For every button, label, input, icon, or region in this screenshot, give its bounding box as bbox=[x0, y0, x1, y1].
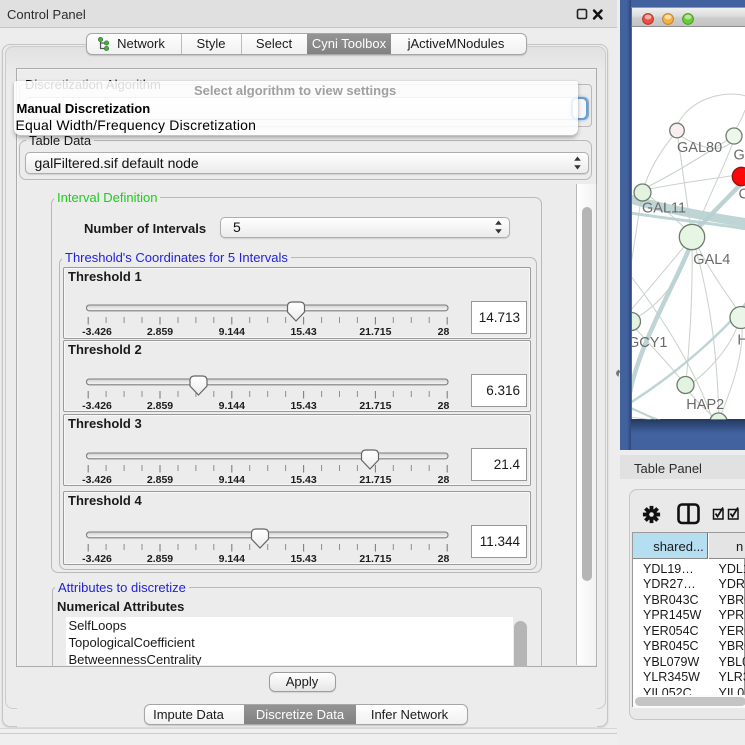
svg-text:28: 28 bbox=[438, 400, 450, 412]
svg-text:-3.426: -3.426 bbox=[82, 474, 112, 486]
svg-text:15.43: 15.43 bbox=[290, 553, 316, 565]
svg-text:2.859: 2.859 bbox=[147, 400, 173, 412]
svg-text:28: 28 bbox=[438, 474, 450, 486]
svg-text:28: 28 bbox=[438, 553, 450, 565]
svg-text:GCY1: GCY1 bbox=[632, 335, 668, 351]
svg-text:2.859: 2.859 bbox=[147, 474, 173, 486]
svg-text:CY: CY bbox=[739, 186, 745, 202]
svg-text:15.43: 15.43 bbox=[290, 400, 316, 412]
svg-text:2.859: 2.859 bbox=[147, 326, 173, 338]
svg-text:GA: GA bbox=[734, 147, 745, 163]
svg-text:15.43: 15.43 bbox=[290, 326, 316, 338]
svg-text:GAL80: GAL80 bbox=[677, 140, 722, 156]
svg-text:21.715: 21.715 bbox=[359, 326, 391, 338]
svg-text:-3.426: -3.426 bbox=[82, 553, 112, 565]
svg-text:-3.426: -3.426 bbox=[82, 326, 112, 338]
svg-text:9.144: 9.144 bbox=[219, 326, 245, 338]
svg-text:15.43: 15.43 bbox=[290, 474, 316, 486]
svg-text:HAP2: HAP2 bbox=[686, 396, 724, 412]
svg-text:GAL11: GAL11 bbox=[642, 200, 686, 216]
svg-text:28: 28 bbox=[438, 326, 450, 338]
svg-text:HIS: HIS bbox=[737, 332, 745, 348]
svg-text:9.144: 9.144 bbox=[219, 474, 245, 486]
svg-text:GAL4: GAL4 bbox=[693, 252, 730, 268]
svg-text:9.144: 9.144 bbox=[219, 553, 245, 565]
svg-text:21.715: 21.715 bbox=[359, 400, 391, 412]
svg-text:21.715: 21.715 bbox=[359, 474, 391, 486]
svg-text:2.859: 2.859 bbox=[147, 553, 173, 565]
svg-text:21.715: 21.715 bbox=[359, 553, 391, 565]
svg-text:-3.426: -3.426 bbox=[82, 400, 112, 412]
svg-text:9.144: 9.144 bbox=[219, 400, 245, 412]
